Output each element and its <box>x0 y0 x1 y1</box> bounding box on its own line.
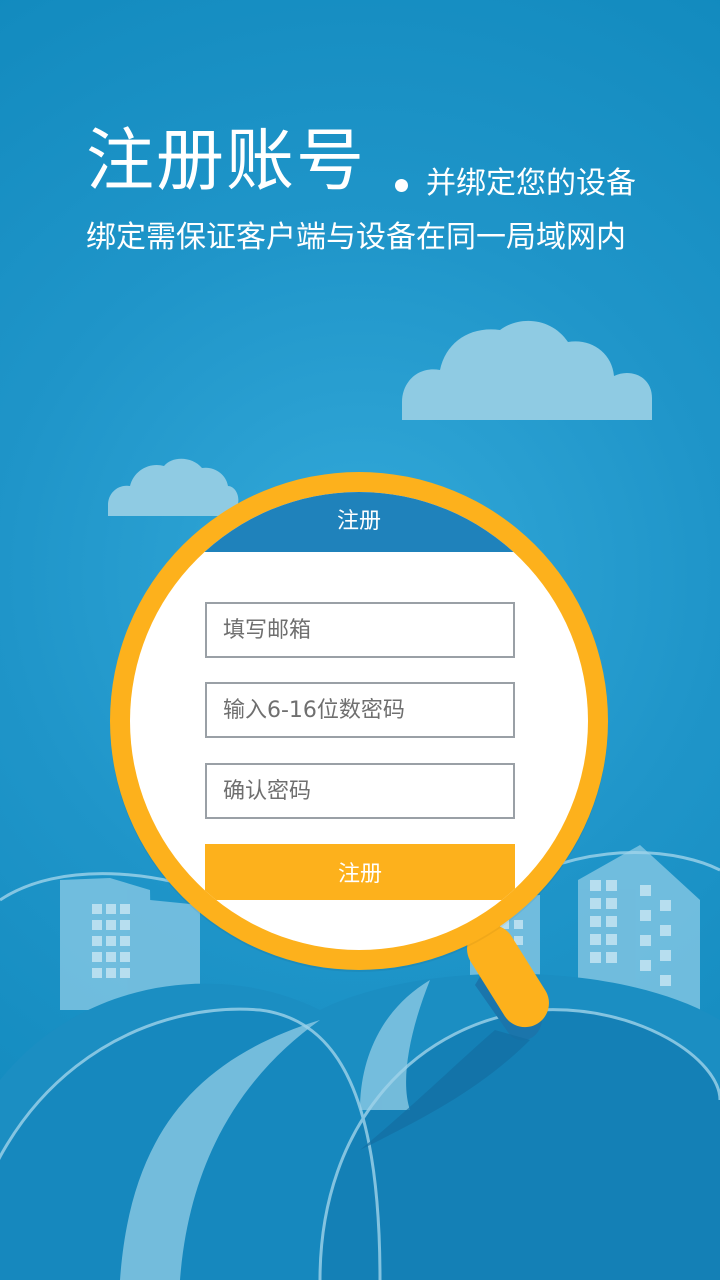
page-title: 注册账号 <box>86 122 367 201</box>
register-button[interactable]: 注册 <box>205 844 515 900</box>
bullet-dot-icon <box>395 179 408 192</box>
network-note: 绑定需保证客户端与设备在同一局域网内 <box>86 220 626 255</box>
email-field[interactable] <box>205 602 515 658</box>
tagline: 并绑定您的设备 <box>426 166 636 201</box>
registration-form-panel: 注册 注册 <box>130 492 588 950</box>
cloud-large-icon <box>402 320 652 420</box>
confirm-password-input[interactable] <box>207 765 513 817</box>
password-input[interactable] <box>207 684 513 736</box>
form-header: 注册 <box>130 492 588 552</box>
email-input[interactable] <box>207 604 513 656</box>
confirm-password-field[interactable] <box>205 763 515 819</box>
password-field[interactable] <box>205 682 515 738</box>
form-header-title: 注册 <box>336 509 381 534</box>
